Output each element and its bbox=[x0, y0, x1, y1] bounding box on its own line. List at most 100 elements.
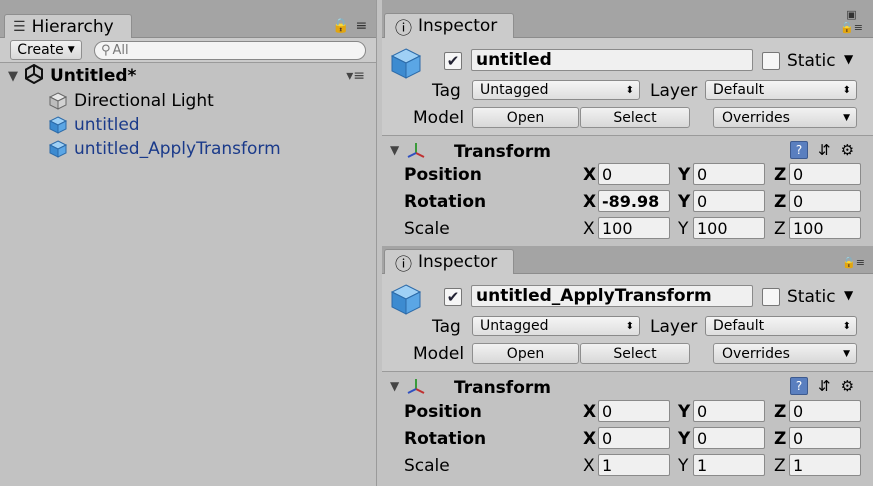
static-dropdown-icon[interactable]: ▼ bbox=[844, 288, 853, 302]
axis-z-label: Z bbox=[774, 402, 787, 422]
tab-inspector-label: Inspector bbox=[418, 16, 498, 36]
rotation-x-field[interactable]: 0 bbox=[598, 427, 670, 449]
prefab-large-icon bbox=[388, 46, 424, 86]
object-header: ✔ untitled_ApplyTransform Static ▼ Tag U… bbox=[382, 274, 873, 372]
layer-value: Default bbox=[713, 82, 765, 98]
axis-z-label: Z bbox=[774, 165, 787, 185]
rotation-label: Rotation bbox=[404, 192, 487, 212]
layer-dropdown[interactable]: Default ⬍ bbox=[705, 316, 857, 336]
layer-dropdown[interactable]: Default ⬍ bbox=[705, 80, 857, 100]
position-z-field[interactable]: 0 bbox=[789, 163, 861, 185]
axis-x-label: X bbox=[583, 219, 595, 239]
hierarchy-panel: ☰ Hierarchy 🔒 ≡ Create ▼ ⚲ All ▼ Untitle… bbox=[0, 0, 377, 486]
foldout-arrow-icon[interactable]: ▼ bbox=[390, 143, 399, 157]
layer-value: Default bbox=[713, 318, 765, 334]
create-button[interactable]: Create ▼ bbox=[10, 40, 82, 60]
prefab-large-icon bbox=[388, 282, 424, 322]
tag-dropdown[interactable]: Untagged ⬍ bbox=[472, 316, 640, 336]
position-z-field[interactable]: 0 bbox=[789, 400, 861, 422]
scale-x-field[interactable]: 1 bbox=[598, 454, 670, 476]
axis-x-label: X bbox=[583, 192, 597, 212]
foldout-arrow-icon[interactable]: ▼ bbox=[390, 379, 399, 393]
tag-label: Tag bbox=[432, 317, 461, 337]
overrides-dropdown[interactable]: Overrides ▼ bbox=[713, 107, 857, 128]
static-checkbox[interactable] bbox=[762, 52, 780, 70]
scene-menu-icon[interactable]: ▾≡ bbox=[346, 68, 365, 84]
object-name-field[interactable]: untitled bbox=[471, 49, 753, 71]
gear-icon[interactable]: ⚙ bbox=[841, 141, 854, 159]
inspector-tab-controls: 🔒≡ bbox=[842, 256, 865, 269]
scale-z-field[interactable]: 100 bbox=[789, 217, 861, 239]
component-header-icons: ? ⇵ ⚙ bbox=[790, 377, 854, 395]
hierarchy-item[interactable]: untitled_ApplyTransform bbox=[48, 137, 281, 161]
rotation-x-field[interactable]: -89.98 bbox=[598, 190, 670, 212]
scale-y-field[interactable]: 100 bbox=[693, 217, 765, 239]
rotation-z-field[interactable]: 0 bbox=[789, 190, 861, 212]
updown-icon: ⬍ bbox=[625, 84, 634, 96]
transform-component: ▼ Transform ? ⇵ ⚙ Position X 0 Y 0 Z 0 R… bbox=[382, 373, 873, 486]
transform-icon bbox=[406, 377, 426, 401]
axis-x-label: X bbox=[583, 165, 597, 185]
help-book-icon[interactable]: ? bbox=[790, 141, 808, 159]
open-button[interactable]: Open bbox=[472, 107, 579, 128]
scene-name: Untitled* bbox=[50, 66, 137, 86]
gear-icon[interactable]: ⚙ bbox=[841, 377, 854, 395]
static-dropdown-icon[interactable]: ▼ bbox=[844, 52, 853, 66]
dropdown-caret-icon: ▼ bbox=[843, 348, 850, 359]
axis-z-label: Z bbox=[774, 192, 787, 212]
tab-hierarchy[interactable]: ☰ Hierarchy bbox=[4, 14, 132, 39]
select-button[interactable]: Select bbox=[580, 343, 690, 364]
position-x-field[interactable]: 0 bbox=[598, 163, 670, 185]
hierarchy-item[interactable]: untitled bbox=[48, 113, 140, 137]
component-header-icons: ? ⇵ ⚙ bbox=[790, 141, 854, 159]
hierarchy-item[interactable]: Directional Light bbox=[48, 89, 214, 113]
position-x-field[interactable]: 0 bbox=[598, 400, 670, 422]
overrides-label: Overrides bbox=[722, 109, 790, 126]
preset-icon[interactable]: ⇵ bbox=[818, 377, 831, 395]
position-label: Position bbox=[404, 402, 482, 422]
hierarchy-search-input[interactable]: ⚲ All bbox=[94, 41, 366, 60]
search-icon: ⚲ bbox=[101, 43, 111, 58]
active-checkbox[interactable]: ✔ bbox=[444, 52, 462, 70]
layer-label: Layer bbox=[650, 317, 698, 337]
scale-x-field[interactable]: 100 bbox=[598, 217, 670, 239]
scene-row[interactable]: ▼ Untitled* ▾≡ bbox=[8, 63, 373, 89]
tab-inspector[interactable]: ⓘ Inspector bbox=[384, 13, 514, 39]
rotation-y-field[interactable]: 0 bbox=[693, 427, 765, 449]
axis-y-label: Y bbox=[678, 219, 689, 239]
axis-y-label: Y bbox=[678, 429, 691, 449]
rotation-y-field[interactable]: 0 bbox=[693, 190, 765, 212]
static-checkbox[interactable] bbox=[762, 288, 780, 306]
model-label: Model bbox=[413, 108, 465, 128]
object-name-field[interactable]: untitled_ApplyTransform bbox=[471, 285, 753, 307]
menu-icon[interactable]: ≡ bbox=[355, 18, 367, 34]
prefab-icon bbox=[48, 139, 68, 159]
lock-icon[interactable]: 🔒≡ bbox=[842, 256, 865, 269]
lock-icon[interactable]: 🔒≡ bbox=[840, 21, 863, 34]
overrides-dropdown[interactable]: Overrides ▼ bbox=[713, 343, 857, 364]
tag-dropdown[interactable]: Untagged ⬍ bbox=[472, 80, 640, 100]
position-y-field[interactable]: 0 bbox=[693, 400, 765, 422]
preset-icon[interactable]: ⇵ bbox=[818, 141, 831, 159]
active-checkbox[interactable]: ✔ bbox=[444, 288, 462, 306]
scale-label: Scale bbox=[404, 456, 450, 476]
create-button-label: Create bbox=[17, 42, 64, 58]
scale-y-field[interactable]: 1 bbox=[693, 454, 765, 476]
expand-arrow-icon[interactable]: ▼ bbox=[8, 69, 18, 84]
select-button[interactable]: Select bbox=[580, 107, 690, 128]
lock-icon[interactable]: 🔒 bbox=[332, 18, 349, 34]
tab-inspector[interactable]: ⓘ Inspector bbox=[384, 249, 514, 275]
position-y-field[interactable]: 0 bbox=[693, 163, 765, 185]
static-label: Static bbox=[787, 287, 836, 307]
updown-icon: ⬍ bbox=[625, 320, 634, 332]
maximize-icon[interactable]: ▣ bbox=[846, 8, 856, 21]
rotation-z-field[interactable]: 0 bbox=[789, 427, 861, 449]
unity-logo-icon bbox=[24, 63, 44, 89]
tab-inspector-label: Inspector bbox=[418, 252, 498, 272]
open-button[interactable]: Open bbox=[472, 343, 579, 364]
layer-label: Layer bbox=[650, 81, 698, 101]
help-book-icon[interactable]: ? bbox=[790, 377, 808, 395]
inspector-tabbar: ⓘ Inspector 🔒≡ bbox=[382, 246, 873, 275]
scale-z-field[interactable]: 1 bbox=[789, 454, 861, 476]
axis-x-label: X bbox=[583, 456, 595, 476]
